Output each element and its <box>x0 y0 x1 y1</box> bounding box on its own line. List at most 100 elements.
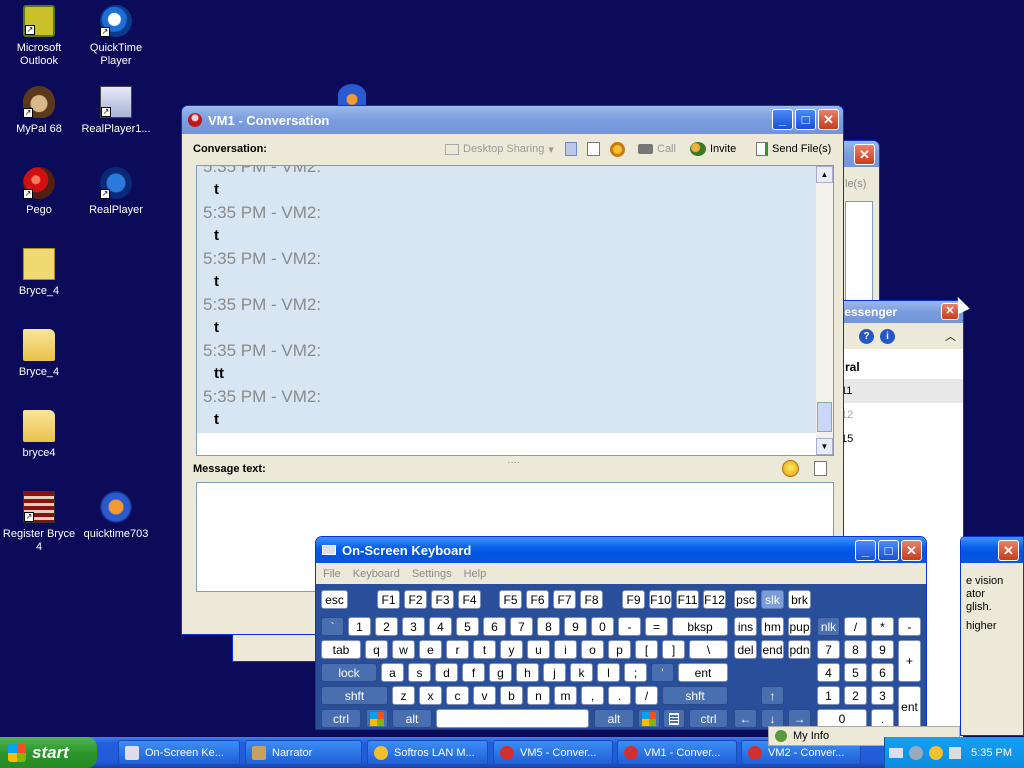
key-n4[interactable]: 4 <box>429 617 452 636</box>
key-lock[interactable]: lock <box>321 663 377 682</box>
key-up[interactable]: ↑ <box>761 686 784 705</box>
close-button[interactable]: ✕ <box>901 540 922 561</box>
key-t[interactable]: t <box>473 640 496 659</box>
key-i[interactable]: i <box>554 640 577 659</box>
minimize-button[interactable]: _ <box>855 540 876 561</box>
key-j[interactable]: j <box>543 663 566 682</box>
key-comma[interactable]: , <box>581 686 604 705</box>
close-button[interactable]: ✕ <box>818 109 839 130</box>
desktop-icon-quicktime703[interactable]: quicktime703 <box>77 491 155 541</box>
desktop-icon-realplayer[interactable]: ↗ RealPlayer <box>77 167 155 217</box>
keyboard-tray-icon[interactable] <box>889 747 904 758</box>
close-button[interactable]: ✕ <box>998 540 1019 561</box>
contact-item[interactable]: 15 <box>839 427 963 451</box>
desktop-icon-register-bryce[interactable]: ↗ Register Bryce 4 <box>0 491 78 554</box>
key-b[interactable]: b <box>500 686 523 705</box>
conversation-log[interactable]: 5:35 PM - VM2: t 5:35 PM - VM2: t 5:35 P… <box>196 165 834 456</box>
key-f4[interactable]: F4 <box>458 590 481 609</box>
desktop-icon-bryce-folder[interactable]: Bryce_4 <box>0 329 78 379</box>
key-hm[interactable]: hm <box>761 617 784 636</box>
key-left[interactable]: ← <box>734 709 757 728</box>
key-quote[interactable]: ' <box>651 663 674 682</box>
key-ctrl[interactable]: ctrl <box>321 709 361 728</box>
key-m[interactable]: m <box>554 686 577 705</box>
key-o[interactable]: o <box>581 640 604 659</box>
key-slash[interactable]: / <box>635 686 658 705</box>
key-l[interactable]: l <box>597 663 620 682</box>
volume-tray-icon[interactable] <box>949 746 962 759</box>
desktop-icon-realplayer1[interactable]: ↗ RealPlayer1... <box>77 86 155 136</box>
desktop-icon-bryce4-folder[interactable]: bryce4 <box>0 410 78 460</box>
key-z[interactable]: z <box>392 686 415 705</box>
maximize-button[interactable]: □ <box>878 540 899 561</box>
key-n3[interactable]: 3 <box>402 617 425 636</box>
key-np3[interactable]: 3 <box>871 686 894 705</box>
key-n5[interactable]: 5 <box>456 617 479 636</box>
menu-keyboard[interactable]: Keyboard <box>353 568 400 580</box>
key-f11[interactable]: F11 <box>676 590 699 609</box>
key-rbr[interactable]: ] <box>662 640 685 659</box>
key-n8[interactable]: 8 <box>537 617 560 636</box>
key-a[interactable]: a <box>381 663 404 682</box>
key-bslash[interactable]: \ <box>689 640 728 659</box>
key-pdn[interactable]: pdn <box>788 640 811 659</box>
key-np-mul[interactable]: * <box>871 617 894 636</box>
key-shft[interactable]: shft <box>321 686 388 705</box>
key-tab[interactable]: tab <box>321 640 361 659</box>
key-np6[interactable]: 6 <box>871 663 894 682</box>
key-n9[interactable]: 9 <box>564 617 587 636</box>
key-q[interactable]: q <box>365 640 388 659</box>
key-pup[interactable]: pup <box>788 617 811 636</box>
desktop-icon-mypal[interactable]: ↗ MyPal 68 <box>0 86 78 136</box>
log-scrollbar[interactable]: ▲ ▼ <box>816 166 833 455</box>
network-tray-icon[interactable] <box>909 745 924 760</box>
key-g[interactable]: g <box>489 663 512 682</box>
key-backtick[interactable]: ` <box>321 617 344 636</box>
key-f6[interactable]: F6 <box>526 590 549 609</box>
key-np9[interactable]: 9 <box>871 640 894 659</box>
keyboard-titlebar[interactable]: On-Screen Keyboard _ □ ✕ <box>316 537 926 563</box>
key-lbr[interactable]: [ <box>635 640 658 659</box>
key-s[interactable]: s <box>408 663 431 682</box>
key-np2[interactable]: 2 <box>844 686 867 705</box>
key-k[interactable]: k <box>570 663 593 682</box>
windows-key-left[interactable] <box>366 709 388 728</box>
key-np1[interactable]: 1 <box>817 686 840 705</box>
narrator-window[interactable]: ✕ e vision ator glish. higher <box>960 536 1024 736</box>
menu-settings[interactable]: Settings <box>412 568 452 580</box>
contact-item[interactable]: 11 <box>839 379 963 403</box>
menu-file[interactable]: File <box>323 568 341 580</box>
key-space[interactable] <box>436 709 589 728</box>
taskbar-item-osk[interactable]: On-Screen Ke... <box>118 740 240 765</box>
key-n0[interactable]: 0 <box>591 617 614 636</box>
key-n2[interactable]: 2 <box>375 617 398 636</box>
scroll-down-button[interactable]: ▼ <box>816 438 833 455</box>
menu-key[interactable] <box>663 709 685 728</box>
notes-icon[interactable] <box>565 142 577 156</box>
key-f9[interactable]: F9 <box>622 590 645 609</box>
desktop-icon-outlook[interactable]: ↗ Microsoft Outlook <box>0 5 78 68</box>
document-icon[interactable] <box>587 142 600 156</box>
key-c[interactable]: c <box>446 686 469 705</box>
key-np5[interactable]: 5 <box>844 663 867 682</box>
key-np-sub[interactable]: - <box>898 617 921 636</box>
call-button[interactable]: Call <box>638 143 676 155</box>
key-del[interactable]: del <box>734 640 757 659</box>
key-equal[interactable]: = <box>645 617 668 636</box>
scroll-thumb[interactable] <box>817 402 832 432</box>
key-shft-r[interactable]: shft <box>662 686 728 705</box>
key-f8[interactable]: F8 <box>580 590 603 609</box>
taskbar-item-softros[interactable]: Softros LAN M... <box>367 740 488 765</box>
taskbar-item-narrator[interactable]: Narrator <box>245 740 362 765</box>
key-ins[interactable]: ins <box>734 617 757 636</box>
desktop-sharing-button[interactable]: Desktop Sharing ▾ <box>445 143 554 156</box>
key-f3[interactable]: F3 <box>431 590 454 609</box>
key-slk[interactable]: slk <box>761 590 784 609</box>
key-v[interactable]: v <box>473 686 496 705</box>
edit-icon[interactable] <box>814 461 827 476</box>
emoticon-icon[interactable] <box>782 460 799 477</box>
key-brk[interactable]: brk <box>788 590 811 609</box>
info-icon[interactable]: i <box>880 328 895 344</box>
key-ent[interactable]: ent <box>678 663 728 682</box>
key-w[interactable]: w <box>392 640 415 659</box>
